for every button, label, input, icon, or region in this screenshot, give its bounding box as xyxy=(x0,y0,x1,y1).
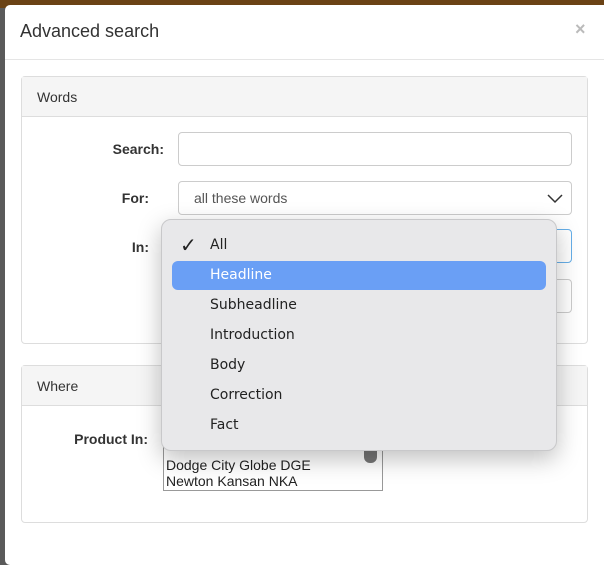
option-subheadline[interactable]: Subheadline xyxy=(172,291,546,320)
for-label: For: xyxy=(121,190,149,206)
for-select[interactable]: all these words xyxy=(178,181,572,215)
search-label: Search: xyxy=(112,141,164,157)
option-correction[interactable]: Correction xyxy=(172,381,546,410)
option-body[interactable]: Body xyxy=(172,351,546,380)
option-all[interactable]: ✓ All xyxy=(172,231,546,260)
for-select-value: all these words xyxy=(194,190,288,206)
words-heading: Words xyxy=(22,77,587,117)
search-input[interactable] xyxy=(178,132,572,166)
list-item[interactable]: Newton Kansan NKA xyxy=(166,473,382,489)
option-fact[interactable]: Fact xyxy=(172,411,546,440)
in-dropdown-menu: ✓ All Headline Subheadline Introduction B… xyxy=(161,219,557,451)
modal-title: Advanced search xyxy=(20,21,160,41)
chevron-down-icon xyxy=(547,194,563,204)
close-icon[interactable]: × xyxy=(575,19,586,40)
in-label: In: xyxy=(131,239,149,255)
list-item[interactable]: Dodge City Globe DGE xyxy=(166,457,382,473)
option-introduction[interactable]: Introduction xyxy=(172,321,546,350)
option-headline[interactable]: Headline xyxy=(172,261,546,290)
header-divider xyxy=(5,59,604,60)
product-in-label: Product In: xyxy=(74,431,148,447)
checkmark-icon: ✓ xyxy=(180,233,197,257)
